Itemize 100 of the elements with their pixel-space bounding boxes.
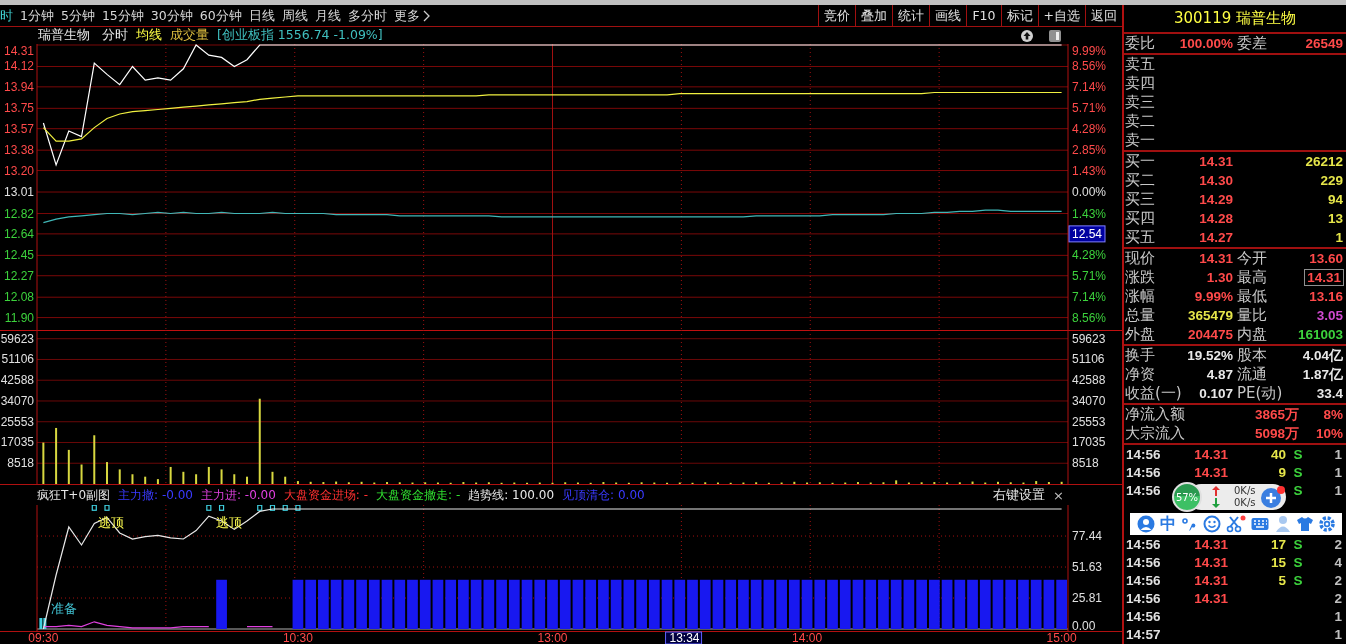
- bid-level-label: 买五: [1125, 228, 1156, 247]
- field-label: 内盘: [1236, 325, 1268, 344]
- axis-label: 13.57: [3, 121, 34, 136]
- field-label: PE(动): [1236, 384, 1284, 403]
- axis-label: 59623: [1072, 331, 1106, 346]
- upload-speed: 0K/s: [1234, 485, 1256, 497]
- trade-time: 14:57: [1126, 626, 1162, 642]
- axis-label: 4.28%: [1072, 248, 1107, 263]
- axis-label: 25.81: [1072, 591, 1103, 605]
- time-label: 09:30: [28, 631, 59, 644]
- indicator-legend-item: 大盘资金撤走: -: [376, 486, 461, 504]
- axis-label: 12.27: [3, 268, 34, 283]
- field-value: 9.99%: [1194, 289, 1233, 304]
- field-label: 收益(一): [1125, 384, 1183, 403]
- field-value: 161003: [1297, 327, 1343, 342]
- axis-label: 5.71%: [1072, 268, 1107, 283]
- bid-level-label: 买一: [1125, 152, 1156, 171]
- trade-price: 14.31: [1194, 554, 1228, 570]
- bid-volume: 1: [1335, 230, 1343, 245]
- indicator-legend-item: 主力进: -0.00: [200, 486, 276, 504]
- axis-label: 13.75: [3, 101, 34, 116]
- bid-level-label: 买四: [1125, 209, 1156, 228]
- axis-label: 51106: [1072, 352, 1105, 367]
- axis-label: 7.14%: [1072, 290, 1107, 305]
- axis-label: 8.56%: [1072, 59, 1107, 74]
- axis-label: 13.01: [3, 185, 34, 200]
- axis-label: 42588: [1072, 373, 1106, 388]
- bid-level-label: 买三: [1125, 190, 1156, 209]
- field-value: 3.05: [1316, 308, 1343, 323]
- field-label: 股本: [1236, 346, 1268, 365]
- trade-count: 1: [1333, 464, 1342, 480]
- axis-label: 12.64: [3, 226, 34, 241]
- trade-time: 14:56: [1126, 590, 1162, 606]
- trade-price: 14.31: [1194, 572, 1228, 588]
- axis-label: 13.94: [3, 79, 34, 94]
- axis-label: 11.90: [4, 310, 34, 325]
- field-label: 外盘: [1125, 325, 1156, 344]
- bid-volume: 13: [1327, 211, 1343, 226]
- axis-label: 34070: [0, 394, 34, 408]
- stock-name: 瑞普生物: [38, 27, 90, 44]
- axis-label: 13.38: [3, 143, 34, 158]
- trade-time: 14:56: [1126, 554, 1162, 570]
- field-label: 大宗流入: [1125, 424, 1186, 443]
- axis-label: 12.08: [3, 290, 34, 305]
- ask-level-label: 卖四: [1125, 74, 1156, 93]
- trade-price: 14.31: [1194, 536, 1228, 552]
- trade-side: S: [1293, 536, 1303, 552]
- cursor-time-label: 13:34: [665, 631, 703, 644]
- bid-volume: 26212: [1305, 154, 1343, 169]
- axis-label: 17035: [1072, 435, 1106, 450]
- field-value: 100.00%: [1179, 36, 1233, 51]
- field-value: 3865万: [1254, 405, 1299, 424]
- trade-time: 14:56: [1126, 572, 1162, 588]
- bid-price: 14.30: [1199, 173, 1233, 188]
- trade-time: 14:56: [1126, 482, 1162, 498]
- trade-volume: 5: [1278, 572, 1286, 588]
- field-label: 今开: [1236, 249, 1268, 268]
- trade-side: S: [1293, 446, 1303, 462]
- trade-price: 14.31: [1194, 590, 1228, 606]
- trade-count: 1: [1333, 482, 1342, 498]
- bid-price: 14.29: [1199, 192, 1233, 207]
- trade-side: S: [1293, 464, 1303, 480]
- axis-label: 12.82: [3, 206, 34, 221]
- field-value: 33.4: [1316, 386, 1343, 401]
- field-value: 10%: [1315, 426, 1343, 441]
- axis-label: 8518: [7, 456, 34, 471]
- indicator-legend-item: 疯狂T+0副图: [37, 486, 111, 504]
- field-label: 流通: [1236, 365, 1268, 384]
- bid-level-label: 买二: [1125, 171, 1156, 190]
- ask-level-label: 卖三: [1125, 93, 1156, 112]
- field-label: 总量: [1125, 306, 1156, 325]
- axis-label: 5.71%: [1072, 101, 1107, 116]
- trade-count: 1: [1333, 608, 1342, 624]
- bid-price: 14.28: [1199, 211, 1233, 226]
- trade-count: 1: [1333, 626, 1342, 642]
- indicator-legend-item: 大盘资金进场: -: [283, 486, 369, 504]
- axis-label: 4.28%: [1072, 121, 1107, 136]
- field-label: 最低: [1236, 287, 1268, 306]
- ask-level-label: 卖五: [1125, 55, 1156, 74]
- field-value: 8%: [1323, 407, 1343, 422]
- download-speed: 0K/s: [1234, 497, 1256, 509]
- field-value: 14.31: [1199, 251, 1233, 266]
- time-label: 13:00: [537, 631, 568, 644]
- trade-side: S: [1293, 554, 1303, 570]
- field-label: 现价: [1125, 249, 1156, 268]
- signal-label: 准备: [51, 601, 77, 617]
- field-label: 净流入额: [1125, 405, 1186, 424]
- ask-level-label: 卖一: [1125, 131, 1156, 150]
- field-value: 5098万: [1254, 424, 1299, 443]
- trade-count: 1: [1333, 446, 1342, 462]
- field-value: 204475: [1187, 327, 1233, 342]
- trade-count: 4: [1333, 554, 1342, 570]
- trade-count: 2: [1333, 536, 1342, 552]
- field-label: 净资: [1125, 365, 1156, 384]
- bid-price: 14.31: [1199, 154, 1233, 169]
- axis-label: 14.12: [3, 59, 34, 74]
- axis-label: 77.44: [1072, 529, 1103, 544]
- bid-price: 14.27: [1199, 230, 1233, 245]
- axis-label: 9.99%: [1072, 44, 1107, 58]
- ask-level-label: 卖二: [1125, 112, 1156, 131]
